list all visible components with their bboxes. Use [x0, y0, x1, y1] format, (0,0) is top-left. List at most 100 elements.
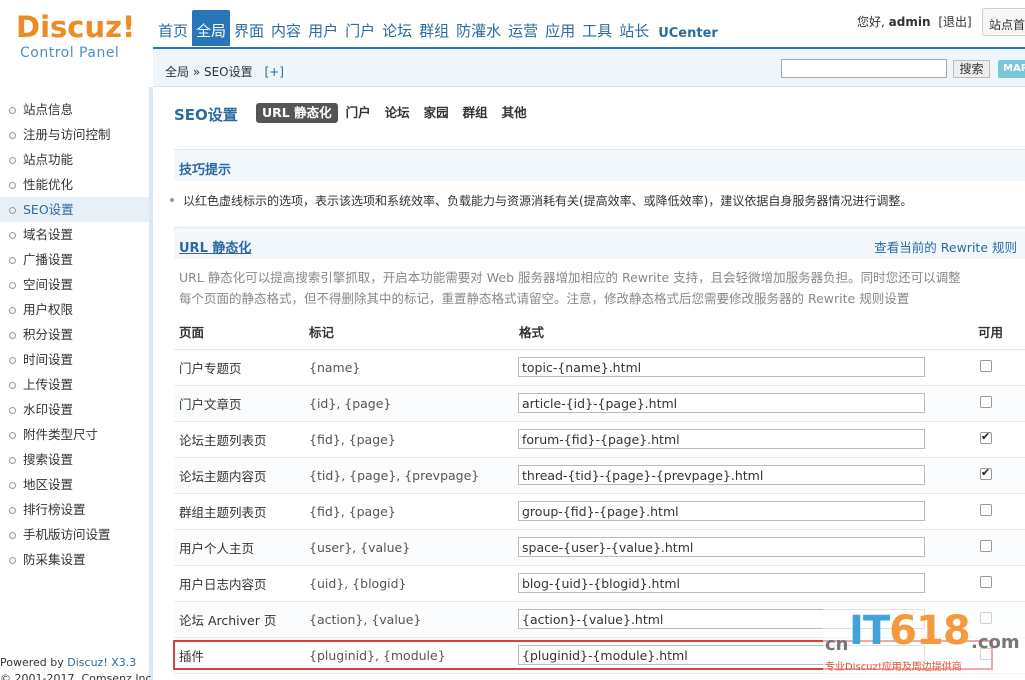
sidebar-item-9[interactable]: 积分设置 [0, 322, 149, 347]
sub-tab-5[interactable]: 其他 [496, 103, 533, 123]
row-tags: {fid}, {page} [304, 421, 514, 458]
nav-item-1[interactable]: 全局 [192, 10, 231, 46]
sidebar-item-12[interactable]: 水印设置 [0, 397, 149, 422]
url-static-description: URL 静态化可以提高搜索引擎抓取，开启本功能需要对 Web 服务器增加相应的 … [179, 270, 961, 306]
sub-tab-3[interactable]: 家园 [418, 103, 455, 123]
sidebar-item-0[interactable]: 站点信息 [0, 97, 149, 122]
sidebar-item-1[interactable]: 注册与访问控制 [0, 122, 149, 147]
watermark-com: .com [971, 632, 1020, 653]
nav-item-8[interactable]: 防灌水 [453, 10, 504, 46]
watermark-618: 618 [889, 608, 970, 654]
sidebar-item-18[interactable]: 防采集设置 [0, 547, 149, 572]
row-format-cell [514, 529, 964, 566]
breadcrumb: 全局 » SEO设置 [+] [165, 63, 284, 80]
sidebar-item-14[interactable]: 搜索设置 [0, 447, 149, 472]
format-input[interactable] [518, 501, 925, 521]
main-content: SEO设置 URL 静态化 门户 论坛 家园 群组 其他 技巧提示 以红色虚线标示的选项，… [157, 87, 1025, 680]
row-format-cell [514, 457, 964, 494]
row-tags: {tid}, {page}, {prevpage} [304, 457, 514, 494]
enabled-checkbox[interactable] [980, 395, 992, 408]
sidebar-item-17[interactable]: 手机版访问设置 [0, 522, 149, 547]
search-button[interactable]: 搜索 [953, 60, 990, 78]
enabled-checkbox[interactable] [980, 503, 992, 516]
nav-item-6[interactable]: 论坛 [379, 10, 415, 46]
table-row: 用户日志内容页 {uid}, {blogid} [174, 565, 1025, 602]
sidebar-item-13[interactable]: 附件类型尺寸 [0, 422, 149, 447]
sidebar-item-5[interactable]: 域名设置 [0, 222, 149, 247]
row-page-name: 门户文章页 [174, 385, 304, 422]
row-page-name: 插件 [174, 637, 304, 674]
row-format-cell [514, 349, 964, 386]
nav-item-4[interactable]: 用户 [305, 10, 341, 46]
sidebar-item-10[interactable]: 时间设置 [0, 347, 149, 372]
enabled-checkbox[interactable] [980, 575, 992, 588]
format-input[interactable] [518, 393, 925, 413]
format-input[interactable] [518, 429, 925, 449]
col-tag: 标记 [304, 315, 514, 350]
sidebar-item-6[interactable]: 广播设置 [0, 247, 149, 272]
col-page: 页面 [174, 315, 304, 350]
enabled-checkbox[interactable] [980, 466, 992, 480]
row-page-name: 论坛主题列表页 [174, 421, 304, 458]
sidebar-item-7[interactable]: 空间设置 [0, 272, 149, 297]
nav-item-7[interactable]: 群组 [416, 10, 452, 46]
row-enabled-cell [964, 421, 1025, 458]
nav-item-13[interactable]: UCenter [653, 10, 721, 46]
row-enabled-cell [964, 565, 1025, 602]
sub-tab-4[interactable]: 群组 [457, 103, 494, 123]
nav-item-9[interactable]: 运营 [505, 10, 541, 46]
row-enabled-cell [964, 493, 1025, 530]
tips-text: 以红色虚线标示的选项，表示该选项和系统效率、负载能力与资源消耗有关(提高效率、或… [169, 194, 913, 208]
sidebar-item-3[interactable]: 性能优化 [0, 172, 149, 197]
map-button[interactable]: MAP [998, 60, 1025, 78]
format-input[interactable] [518, 573, 925, 593]
format-input[interactable] [518, 357, 925, 377]
sidebar-item-15[interactable]: 地区设置 [0, 472, 149, 497]
watermark-slogan: 专业Discuz!应用及周边提供商 [825, 662, 962, 673]
row-enabled-cell [964, 385, 1025, 422]
sidebar-item-2[interactable]: 站点功能 [0, 147, 149, 172]
sub-tab-0[interactable]: URL 静态化 [256, 103, 338, 123]
tips-header: 技巧提示 [174, 149, 1025, 181]
site-home-button[interactable]: 站点首页 [982, 8, 1025, 36]
row-enabled-cell [964, 529, 1025, 566]
nav-item-12[interactable]: 站长 [616, 10, 652, 46]
format-input[interactable] [518, 465, 925, 485]
sidebar-copyright: © 2001-2017, Comsenz Inc. [0, 672, 156, 680]
sub-tab-2[interactable]: 论坛 [379, 103, 416, 123]
row-format-cell [514, 421, 964, 458]
sidebar-item-11[interactable]: 上传设置 [0, 372, 149, 397]
sidebar: 站点信息 注册与访问控制 站点功能 性能优化 SEO设置 域名设置 广播设置 空间设置 用户权限… [0, 87, 156, 680]
sidebar-item-16[interactable]: 排行榜设置 [0, 497, 149, 522]
watermark-cn: cn [825, 634, 849, 655]
row-format-cell [514, 385, 964, 422]
logo[interactable]: Discuz! Control Panel [0, 0, 150, 87]
nav-item-10[interactable]: 应用 [542, 10, 578, 46]
url-static-title[interactable]: URL 静态化 [179, 237, 251, 256]
nav-item-3[interactable]: 内容 [268, 10, 304, 46]
table-row: 用户个人主页 {user}, {value} [174, 529, 1025, 566]
enabled-checkbox[interactable] [980, 359, 992, 372]
logout-link[interactable]: [退出] [938, 15, 971, 29]
nav-item-11[interactable]: 工具 [579, 10, 615, 46]
footer-brand-link[interactable]: Discuz! X3.3 [67, 656, 136, 669]
sidebar-item-4[interactable]: SEO设置 [0, 197, 149, 222]
table-row: 门户专题页 {name} [174, 349, 1025, 386]
col-format: 格式 [514, 315, 964, 350]
footer-prefix: Powered by [0, 656, 68, 669]
nav-item-0[interactable]: 首页 [155, 10, 191, 46]
search-input[interactable] [781, 59, 947, 78]
enabled-checkbox[interactable] [980, 430, 992, 444]
nav-item-5[interactable]: 门户 [342, 10, 378, 46]
enabled-checkbox[interactable] [980, 539, 992, 552]
row-tags: {name} [304, 349, 514, 386]
add-shortcut-link[interactable]: [+] [264, 65, 283, 79]
row-tags: {user}, {value} [304, 529, 514, 566]
row-tags: {id}, {page} [304, 385, 514, 422]
format-input[interactable] [518, 537, 925, 557]
sub-tab-1[interactable]: 门户 [340, 103, 377, 123]
table-row: 门户文章页 {id}, {page} [174, 385, 1025, 422]
sidebar-item-8[interactable]: 用户权限 [0, 297, 149, 322]
nav-item-2[interactable]: 界面 [231, 10, 267, 46]
view-rewrite-rules-link[interactable]: 查看当前的 Rewrite 规则 [874, 237, 1017, 256]
